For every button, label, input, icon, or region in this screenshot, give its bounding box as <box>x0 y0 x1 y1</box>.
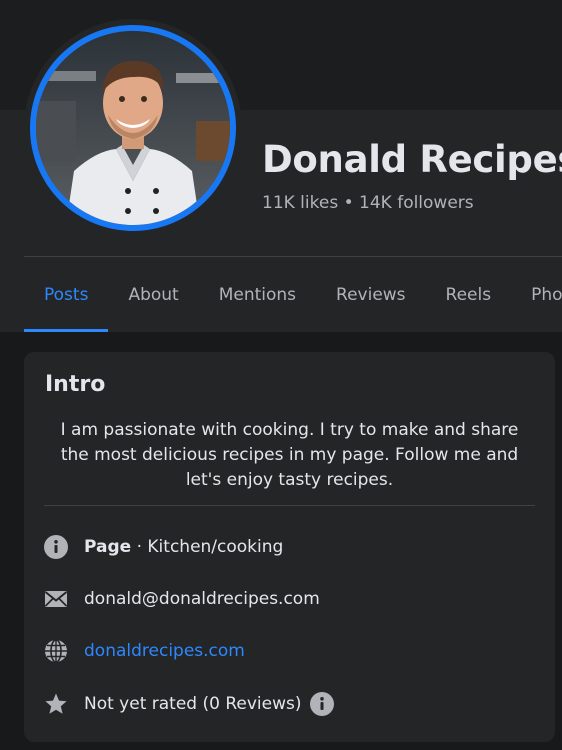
info-circle-icon <box>44 535 68 559</box>
profile-picture[interactable] <box>24 19 242 237</box>
intro-divider <box>44 505 535 506</box>
tab-photos[interactable]: Photos <box>511 257 562 332</box>
page-category[interactable]: Kitchen/cooking <box>147 537 283 557</box>
page-separator: · <box>131 537 148 557</box>
tab-posts[interactable]: Posts <box>24 257 109 332</box>
intro-bio: I am passionate with cooking. I try to m… <box>60 420 519 490</box>
email-address[interactable]: donald@donaldrecipes.com <box>84 589 320 609</box>
star-icon <box>44 692 68 716</box>
page-label: Page <box>84 537 132 557</box>
story-ring <box>30 25 236 231</box>
rating-row: Not yet rated (0 Reviews) <box>44 689 334 719</box>
tab-reels[interactable]: Reels <box>426 257 512 332</box>
website-link[interactable]: donaldrecipes.com <box>84 641 245 661</box>
tab-about[interactable]: About <box>108 257 198 332</box>
intro-title: Intro <box>45 372 106 397</box>
intro-card: Intro I am passionate with cooking. I tr… <box>24 352 555 742</box>
website-row: donaldrecipes.com <box>44 636 245 666</box>
tab-reviews[interactable]: Reviews <box>316 257 426 332</box>
globe-icon <box>44 639 68 663</box>
envelope-icon <box>44 587 68 611</box>
avatar <box>36 31 230 225</box>
email-row: donald@donaldrecipes.com <box>44 584 320 614</box>
page-title: Donald Recipes <box>262 138 562 181</box>
rating-text: Not yet rated (0 Reviews) <box>84 694 302 714</box>
tab-mentions[interactable]: Mentions <box>199 257 316 332</box>
page-stats[interactable]: 11K likes • 14K followers <box>262 193 474 213</box>
category-row: Page · Kitchen/cooking <box>44 532 283 562</box>
profile-tabs: Posts About Mentions Reviews Reels Photo… <box>24 257 562 332</box>
info-circle-icon[interactable] <box>309 692 334 716</box>
